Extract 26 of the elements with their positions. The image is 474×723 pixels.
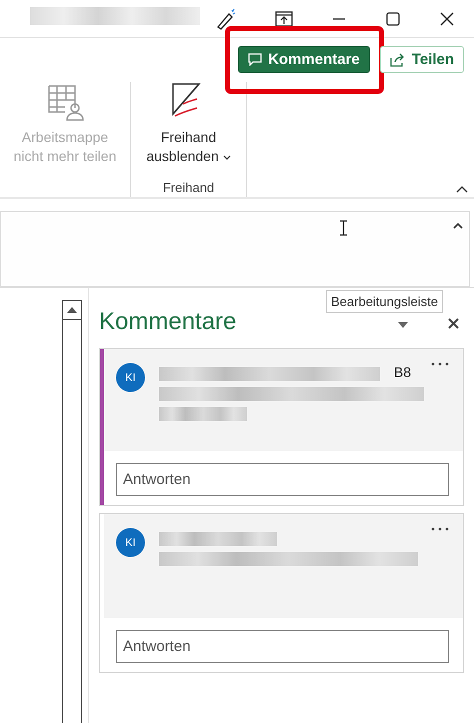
window-icon[interactable] [275,10,293,26]
dropdown-icon[interactable] [398,322,408,328]
share-button[interactable]: Teilen [380,46,464,73]
close-icon[interactable] [439,10,455,26]
scroll-up-icon[interactable] [67,307,77,313]
maximize-icon[interactable] [385,10,401,26]
wand-icon[interactable] [215,8,237,30]
scrollbar[interactable] [62,300,82,723]
more-icon[interactable] [431,362,449,366]
reply-field[interactable]: Antworten [116,630,449,663]
comments-button[interactable]: Kommentare [238,46,370,73]
group-label: Freihand [162,180,214,197]
more-icon[interactable] [431,527,449,531]
text-cursor-icon [339,220,348,236]
speech-bubble-icon [248,53,262,66]
cell-reference: B8 [394,364,411,380]
reply-field[interactable]: Antworten [116,463,449,496]
collapse-icon[interactable] [453,222,463,229]
avatar: KI [116,528,145,557]
avatar: KI [116,363,145,392]
tooltip: Bearbeitungsleiste [326,290,443,313]
collapse-ribbon-icon[interactable] [456,185,468,193]
hide-ink-button[interactable]: Freihand ausblenden [137,82,240,166]
share-arrow-icon [390,52,406,66]
close-icon[interactable] [448,318,459,329]
pane-title: Kommentare [99,308,236,336]
